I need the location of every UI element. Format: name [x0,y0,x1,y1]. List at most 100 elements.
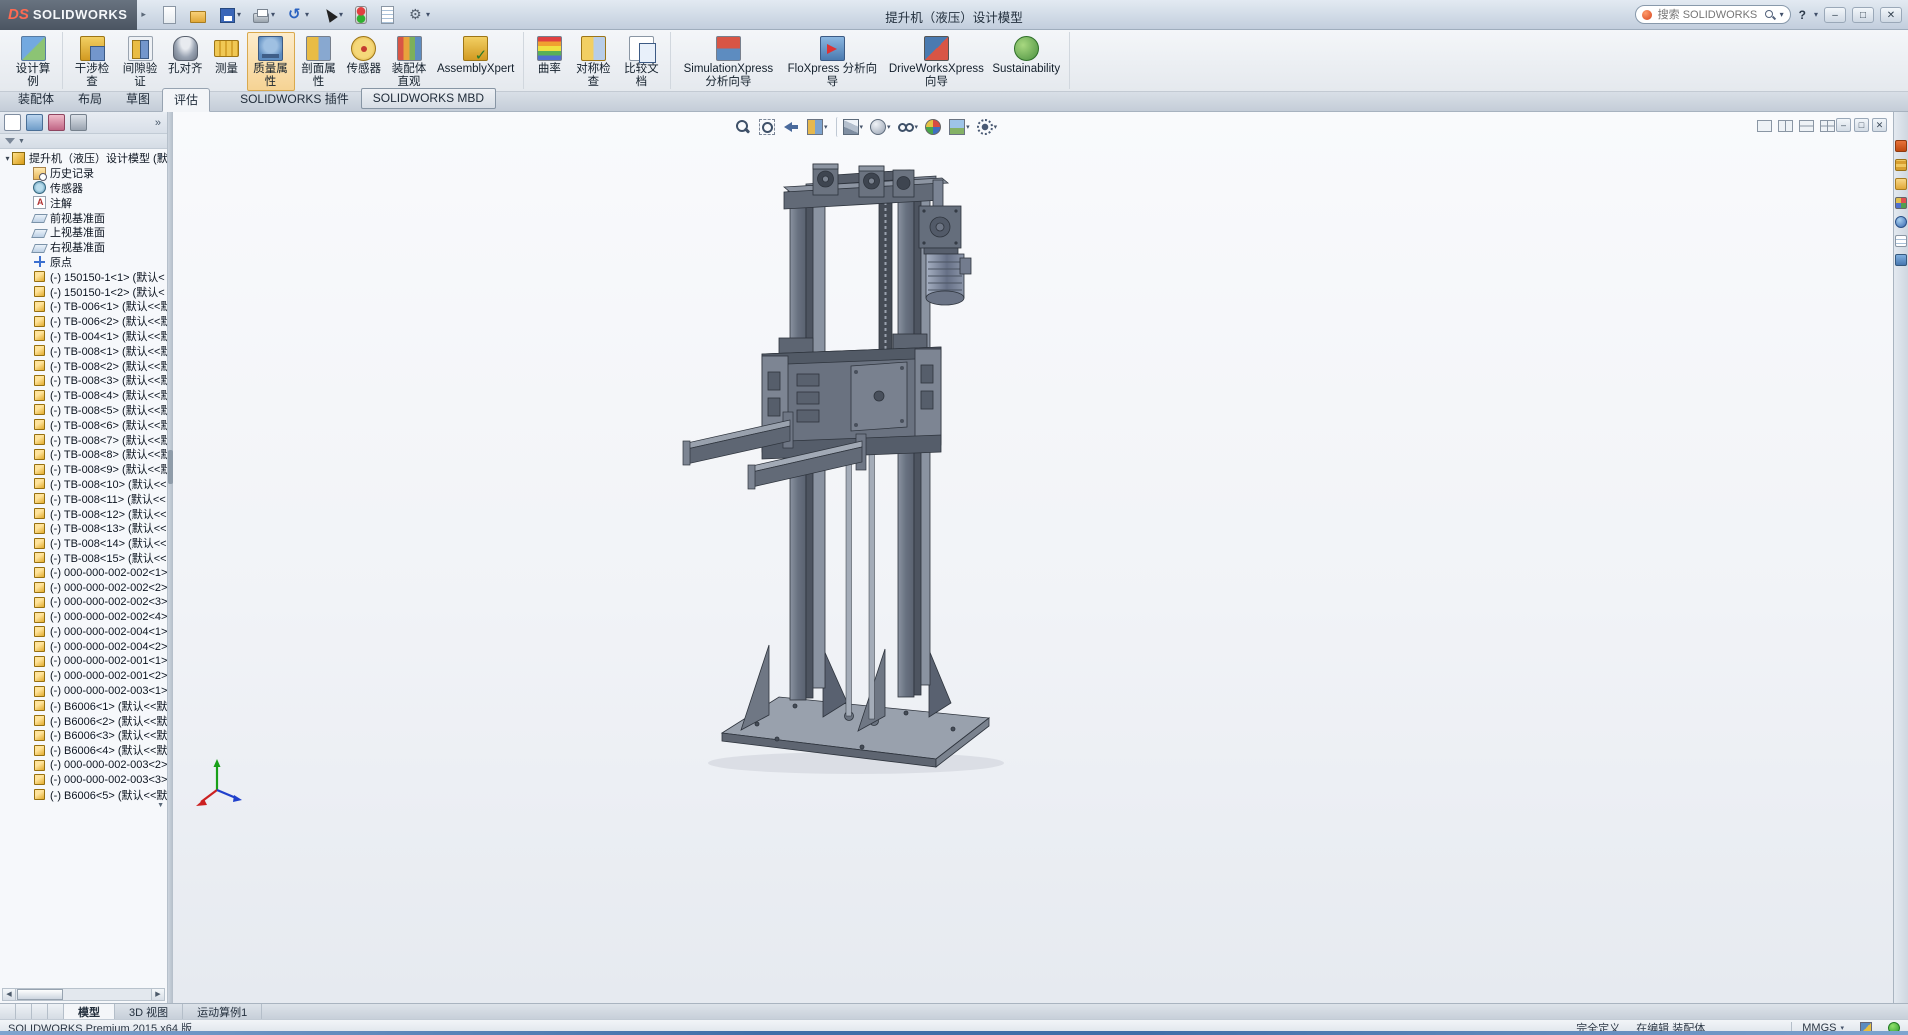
tree-item[interactable]: (-) B6006<3> (默认<<默 [0,728,167,743]
view-tool-button[interactable] [757,117,778,137]
tree-item[interactable]: (-) TB-008<8> (默认<<默 [0,447,167,462]
view-tool-button[interactable]: ▾ [975,117,1000,137]
ribbon-button[interactable]: 干涉检查 [68,32,116,91]
dropdown-caret-icon[interactable]: ▾ [860,123,864,131]
ribbon-button[interactable]: 设计算例 [9,32,57,91]
ribbon-button[interactable]: 剖面属性 [295,32,343,91]
tree-horizontal-scrollbar[interactable]: ◀ ▶ [2,988,165,1001]
close-button[interactable]: ✕ [1880,6,1902,23]
viewport-split-button[interactable] [1820,120,1835,132]
task-pane-icon[interactable] [1895,140,1907,152]
commandmanager-tab[interactable]: 草图 [114,87,162,111]
tree-item[interactable]: (-) TB-006<2> (默认<<默 [0,314,167,329]
tag-icon[interactable] [1860,1021,1872,1034]
tree-item[interactable]: (-) 000-000-002-003<3> [0,772,167,787]
task-pane-icon[interactable] [1895,178,1907,190]
ribbon-button[interactable]: 孔对齐 [164,32,207,78]
minimize-button[interactable]: – [1824,6,1846,23]
task-pane-icon[interactable] [1895,197,1907,209]
tree-item[interactable]: (-) TB-008<15> (默认<< [0,551,167,566]
dropdown-caret-icon[interactable]: ▾ [966,123,970,131]
tree-item[interactable]: (-) 000-000-002-004<2> [0,639,167,654]
tree-item[interactable]: (-) TB-008<13> (默认<< [0,521,167,536]
search-input[interactable] [1655,7,1760,22]
manager-overflow-chevron-icon[interactable]: » [155,117,163,129]
tree-item[interactable]: 右视基准面 [0,240,167,255]
document-restore-button[interactable]: □ [1854,118,1869,132]
tab-nav-arrow-icon[interactable] [0,1004,16,1019]
tree-item[interactable]: 历史记录 [0,166,167,181]
ribbon-button[interactable]: AssemblyXpert [433,32,518,78]
tab-nav-arrow-icon[interactable] [48,1004,64,1019]
task-pane-icon[interactable] [1895,159,1907,171]
document-minimize-button[interactable]: – [1836,118,1851,132]
dropdown-caret-icon[interactable]: ▾ [824,123,828,131]
unit-system-selector[interactable]: MMGS ▾ [1791,1021,1844,1034]
quick-tips-icon[interactable] [1888,1021,1900,1034]
filter-caret-icon[interactable]: ▼ [18,138,25,145]
view-tool-button[interactable] [923,117,944,137]
commandmanager-tab[interactable]: 装配体 [6,87,66,111]
ribbon-button[interactable]: FloXpress 分析向导 [780,32,884,91]
tree-item[interactable]: (-) TB-006<1> (默认<<默 [0,299,167,314]
tree-item[interactable]: (-) B6006<4> (默认<<默 [0,743,167,758]
quick-access-button[interactable]: ▾ [318,4,346,26]
view-tool-button[interactable]: ▾ [868,117,893,137]
ribbon-button[interactable]: 质量属性 [246,32,295,91]
tree-item[interactable]: (-) TB-008<4> (默认<<默 [0,388,167,403]
tree-item[interactable]: (-) TB-008<12> (默认<< [0,506,167,521]
viewport-split-button[interactable] [1799,120,1814,132]
dropdown-caret-icon[interactable]: ▾ [887,123,891,131]
tree-item[interactable]: 传感器 [0,181,167,196]
tree-item[interactable]: (-) TB-008<7> (默认<<默 [0,432,167,447]
view-tool-button[interactable]: ▾ [835,117,866,137]
manager-tab-icon[interactable] [4,114,21,131]
ribbon-button[interactable]: 装配体直观 [385,32,433,91]
help-search-box[interactable]: ▾ [1634,5,1791,24]
dropdown-caret-icon[interactable]: ▾ [237,10,241,19]
tree-item[interactable]: (-) 000-000-002-002<4> [0,610,167,625]
tree-item[interactable]: ▾ 提升机（液压）设计模型 (默 [0,151,167,166]
tree-item[interactable]: (-) TB-008<3> (默认<<默 [0,373,167,388]
ribbon-button[interactable]: 比较文档 [617,32,665,91]
tree-item[interactable]: (-) TB-008<11> (默认<< [0,491,167,506]
commandmanager-tab[interactable]: 评估 [162,88,211,112]
viewport-split-button[interactable] [1757,120,1772,132]
quick-access-button[interactable]: ▾ [405,4,433,26]
quick-access-button[interactable] [352,4,372,26]
scrollbar-thumb[interactable] [17,989,63,1000]
view-tool-button[interactable] [781,117,802,137]
manager-tab-icon[interactable] [26,114,43,131]
quick-access-button[interactable] [187,4,211,25]
tree-item[interactable]: 上视基准面 [0,225,167,240]
ribbon-button[interactable]: 对称检查 [569,32,617,91]
manager-tab-icon[interactable] [70,114,87,131]
dropdown-caret-icon[interactable]: ▾ [339,10,343,19]
viewport-split-button[interactable] [1778,120,1793,132]
tree-item[interactable]: (-) 000-000-002-001<1> [0,654,167,669]
scroll-right-icon[interactable]: ▶ [151,989,164,1000]
tree-item[interactable]: (-) 000-000-002-001<2> [0,669,167,684]
commandmanager-tab[interactable]: SOLIDWORKS 插件 [228,87,361,111]
tree-item[interactable]: (-) TB-004<1> (默认<<默 [0,329,167,344]
help-dropdown-caret-icon[interactable]: ▾ [1814,10,1818,19]
tab-nav-arrow-icon[interactable] [16,1004,32,1019]
dropdown-caret-icon[interactable]: ▾ [915,123,919,131]
graphics-viewport[interactable]: ▾ ▾ ▾ ▾ ▾ ▾ – □ ✕ [173,112,1893,1003]
search-dropdown-caret-icon[interactable]: ▾ [1780,10,1784,19]
tree-item[interactable]: (-) B6006<1> (默认<<默 [0,698,167,713]
quick-access-button[interactable]: ▾ [250,5,278,25]
dropdown-caret-icon[interactable]: ▾ [271,10,275,19]
quick-access-button[interactable] [160,3,181,27]
manager-tab-icon[interactable] [48,114,65,131]
quick-access-button[interactable]: ▾ [217,4,244,25]
commandmanager-tab[interactable]: SOLIDWORKS MBD [360,88,497,109]
view-tool-button[interactable]: ▾ [947,117,972,137]
ribbon-button[interactable]: 测量 [207,32,247,78]
tree-item[interactable]: 前视基准面 [0,210,167,225]
tree-scroll-down-icon[interactable]: ▼ [157,802,164,809]
dropdown-caret-icon[interactable]: ▾ [305,10,309,19]
tree-item[interactable]: 注解 [0,195,167,210]
tree-item[interactable]: (-) 150150-1<2> (默认< [0,284,167,299]
tree-item[interactable]: (-) TB-008<1> (默认<<默 [0,343,167,358]
